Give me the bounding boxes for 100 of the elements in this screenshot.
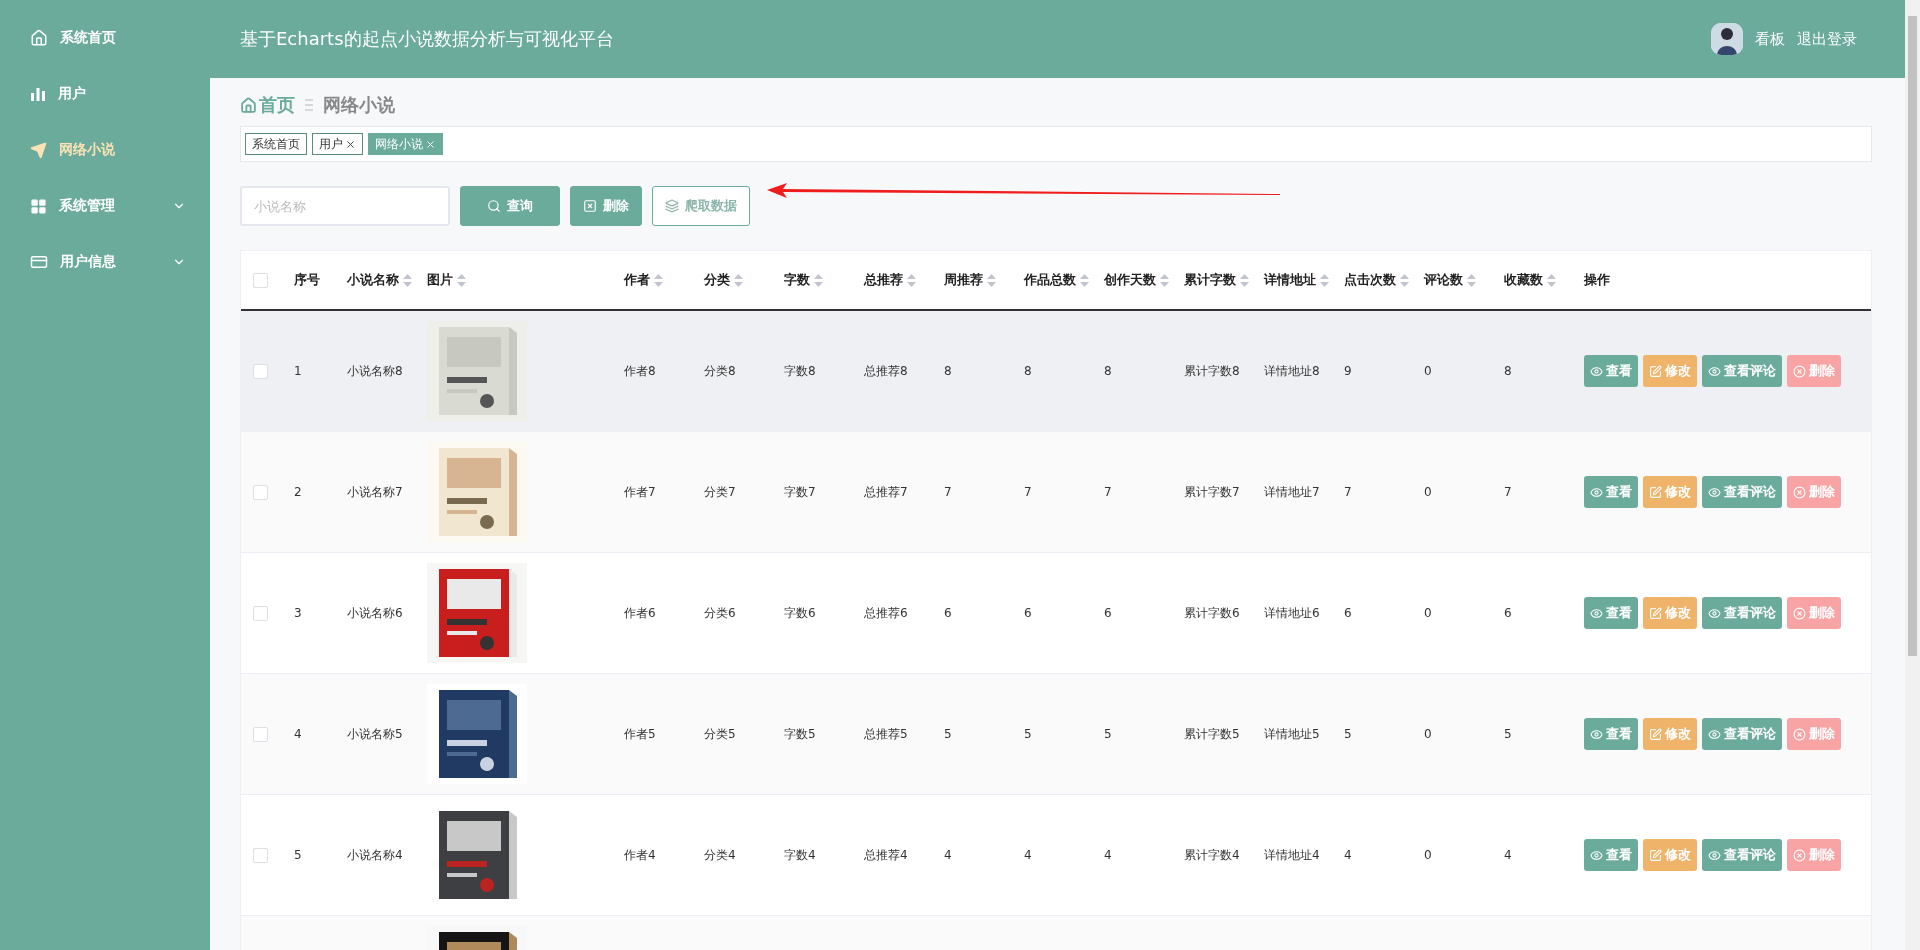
column-header[interactable]: 总推荐 — [854, 271, 934, 289]
sort-icon[interactable] — [1320, 273, 1329, 287]
table-cell: 小说名称5 — [347, 725, 403, 743]
sort-icon[interactable] — [654, 273, 663, 287]
action-button[interactable]: 修改 — [1643, 355, 1697, 387]
eye-icon — [1708, 485, 1721, 499]
table-cell: 4 — [1104, 848, 1112, 862]
page-tab[interactable]: 用户 — [312, 133, 363, 155]
table-cell: 4 — [1344, 848, 1352, 862]
column-header[interactable]: 作者 — [614, 271, 694, 289]
action-button[interactable]: 查看评论 — [1702, 597, 1782, 629]
table-cell: 总推荐5 — [864, 725, 908, 743]
row-checkbox[interactable] — [253, 847, 268, 863]
table-cell: 4 — [294, 727, 302, 741]
table-cell: 分类4 — [704, 846, 736, 864]
action-button[interactable]: 查看评论 — [1702, 718, 1782, 750]
action-button[interactable]: 查看 — [1584, 839, 1638, 871]
table-cell: 1 — [294, 364, 302, 378]
action-button[interactable]: 删除 — [1787, 476, 1841, 508]
table-cell: 累计字数4 — [1184, 846, 1240, 864]
sidebar-item[interactable]: 网络小说 — [0, 122, 210, 178]
column-header[interactable]: 收藏数 — [1494, 271, 1574, 289]
action-button[interactable]: 查看 — [1584, 597, 1638, 629]
action-button[interactable]: 查看 — [1584, 476, 1638, 508]
toolbar-button[interactable]: 爬取数据 — [652, 186, 750, 226]
column-header: 序号 — [293, 271, 321, 289]
sidebar-item[interactable]: 用户 — [0, 66, 210, 122]
column-header[interactable]: 评论数 — [1414, 271, 1494, 289]
breadcrumb-link[interactable]: 首页 — [240, 93, 295, 117]
user-name[interactable]: 看板 — [1755, 29, 1785, 49]
action-button[interactable]: 修改 — [1643, 718, 1697, 750]
action-button[interactable]: 删除 — [1787, 355, 1841, 387]
sort-icon[interactable] — [1400, 273, 1409, 287]
search-field[interactable]: 小说名称 — [240, 186, 450, 226]
table-cell: 详情地址5 — [1264, 725, 1320, 743]
table-cell: 小说名称8 — [347, 362, 403, 380]
scrollbar[interactable] — [1905, 0, 1920, 950]
sort-icon[interactable] — [1080, 273, 1089, 287]
column-header[interactable]: 周推荐 — [934, 271, 1014, 289]
close-icon[interactable] — [345, 138, 356, 150]
column-header[interactable]: 点击次数 — [1334, 271, 1414, 289]
table-cell: 5 — [1104, 727, 1112, 741]
sidebar-item[interactable]: 用户信息 — [0, 234, 210, 290]
table-row[interactable]: 2 小说名称7 作者7 分类7 字数7 总推荐7 7 7 7 累计字数7 详情地址7 7 0 7 查看 修改 查看评论 删除 — [241, 432, 1871, 553]
toolbar-button[interactable]: 查询 — [460, 186, 560, 226]
bar-chart-icon — [30, 86, 46, 102]
card-icon — [30, 253, 48, 271]
action-button[interactable]: 修改 — [1643, 839, 1697, 871]
action-button[interactable]: 修改 — [1643, 476, 1697, 508]
action-button[interactable]: 查看评论 — [1702, 476, 1782, 508]
row-checkbox[interactable] — [253, 726, 268, 742]
sidebar-item[interactable]: 系统管理 — [0, 178, 210, 234]
toolbar-button[interactable]: 删除 — [570, 186, 642, 226]
edit-icon — [1649, 485, 1662, 499]
search-icon — [487, 199, 501, 213]
column-header[interactable]: 累计字数 — [1174, 271, 1254, 289]
table-row[interactable]: 1 小说名称8 作者8 分类8 字数8 总推荐8 8 8 8 累计字数8 详情地址8 9 0 8 查看 修改 查看评论 删除 — [241, 311, 1871, 432]
table-cell: 详情地址8 — [1264, 362, 1320, 380]
table-cell: 小说名称6 — [347, 604, 403, 622]
column-header[interactable]: 分类 — [694, 271, 774, 289]
select-all-checkbox[interactable] — [253, 272, 268, 288]
sort-icon[interactable] — [1547, 273, 1556, 287]
action-button[interactable]: 删除 — [1787, 597, 1841, 629]
eye-icon — [1708, 606, 1721, 620]
sort-icon[interactable] — [734, 273, 743, 287]
sort-icon[interactable] — [403, 273, 412, 287]
action-button[interactable]: 删除 — [1787, 718, 1841, 750]
column-header[interactable]: 详情地址 — [1254, 271, 1334, 289]
table-row[interactable]: 4 小说名称5 作者5 分类5 字数5 总推荐5 5 5 5 累计字数5 详情地址5 5 0 5 查看 修改 查看评论 删除 — [241, 674, 1871, 795]
column-header[interactable]: 字数 — [774, 271, 854, 289]
action-button[interactable]: 修改 — [1643, 597, 1697, 629]
action-button[interactable]: 查看 — [1584, 718, 1638, 750]
action-button[interactable]: 查看评论 — [1702, 839, 1782, 871]
table-cell: 5 — [1024, 727, 1032, 741]
column-header[interactable]: 图片 — [417, 271, 614, 289]
action-button[interactable]: 查看 — [1584, 355, 1638, 387]
sort-icon[interactable] — [1160, 273, 1169, 287]
action-button[interactable]: 删除 — [1787, 839, 1841, 871]
action-button[interactable]: 查看评论 — [1702, 355, 1782, 387]
page-tab[interactable]: 网络小说 — [368, 133, 443, 155]
sort-icon[interactable] — [1467, 273, 1476, 287]
sidebar-item[interactable]: 系统首页 — [0, 10, 210, 66]
column-header[interactable]: 作品总数 — [1014, 271, 1094, 289]
row-checkbox[interactable] — [253, 605, 268, 621]
sort-icon[interactable] — [1240, 273, 1249, 287]
home-icon — [240, 96, 257, 114]
column-header[interactable]: 创作天数 — [1094, 271, 1174, 289]
sort-icon[interactable] — [814, 273, 823, 287]
sort-icon[interactable] — [987, 273, 996, 287]
column-header[interactable]: 小说名称 — [337, 271, 417, 289]
row-checkbox[interactable] — [253, 363, 268, 379]
eye-icon — [1590, 848, 1603, 862]
page-tab[interactable]: 系统首页 — [245, 133, 307, 155]
sort-icon[interactable] — [907, 273, 916, 287]
table-cell: 分类7 — [704, 483, 736, 501]
row-checkbox[interactable] — [253, 484, 268, 500]
sort-icon[interactable] — [457, 273, 466, 287]
logout-link[interactable]: 退出登录 — [1797, 29, 1857, 49]
table-cell: 7 — [944, 485, 952, 499]
table-cell: 0 — [1424, 485, 1432, 499]
